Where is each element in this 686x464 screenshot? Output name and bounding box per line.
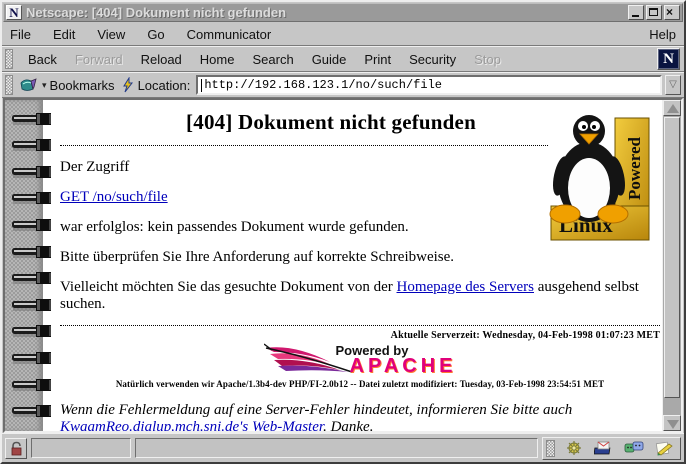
menu-edit[interactable]: Edit	[53, 27, 75, 42]
check-text: Bitte überprüfen Sie Ihre Anforderung au…	[60, 249, 662, 266]
security-lock-button[interactable]	[5, 438, 27, 459]
spiral-ring-icon	[9, 324, 59, 339]
toolbar-grip[interactable]	[5, 49, 13, 69]
discussions-button[interactable]	[620, 439, 648, 458]
linux-powered-badge: Linux Powered	[549, 104, 653, 244]
menu-bar: File Edit View Go Communicator Help	[2, 23, 684, 46]
component-bar-grip[interactable]	[546, 440, 555, 457]
page-title: [404] Dokument nicht gefunden	[60, 110, 602, 135]
mailbox-button[interactable]	[590, 439, 618, 458]
browser-viewport: [404] Dokument nicht gefunden Der Zugrif…	[3, 98, 683, 433]
back-button[interactable]: Back	[19, 50, 66, 69]
maximize-button[interactable]	[646, 5, 662, 20]
close-button[interactable]: ×	[664, 5, 680, 20]
text-caret	[201, 79, 202, 92]
component-bar	[542, 437, 681, 460]
spiral-ring-icon	[9, 378, 59, 393]
search-button[interactable]: Search	[243, 50, 302, 69]
navigator-button[interactable]	[560, 439, 588, 458]
menu-go[interactable]: Go	[147, 27, 164, 42]
menu-help[interactable]: Help	[649, 27, 676, 42]
scrollbar-track[interactable]	[663, 116, 681, 415]
spiral-ring-icon	[9, 165, 59, 180]
apache-wordmark: Powered by APACHE	[336, 344, 457, 375]
spiral-ring-icon	[9, 351, 59, 366]
composer-button[interactable]	[650, 439, 678, 458]
scroll-down-button[interactable]	[663, 415, 681, 431]
guide-button[interactable]: Guide	[303, 50, 356, 69]
spiral-ring-icon	[9, 245, 59, 260]
print-button[interactable]: Print	[355, 50, 400, 69]
divider-top	[60, 145, 548, 146]
spiral-ring-icon	[9, 112, 59, 127]
netscape-window-icon: N	[6, 5, 22, 20]
suggest-pre: Vielleicht möchten Sie das gesuchte Doku…	[60, 279, 397, 295]
menu-communicator[interactable]: Communicator	[187, 27, 272, 42]
maximize-icon	[649, 8, 658, 16]
spiral-ring-icon	[9, 404, 59, 419]
bookmarks-dropdown-icon[interactable]: ▾	[42, 80, 47, 91]
home-button[interactable]: Home	[191, 50, 244, 69]
discussions-icon	[624, 440, 644, 456]
title-bar[interactable]: N Netscape: [404] Dokument nicht gefunde…	[3, 3, 683, 22]
footer-note: Wenn die Fehlermeldung auf eine Server-F…	[60, 402, 660, 431]
status-message-panel	[135, 438, 538, 458]
spiral-binding	[5, 100, 43, 431]
status-panel-left	[31, 438, 131, 458]
close-icon: ×	[666, 5, 673, 19]
stop-button[interactable]: Stop	[465, 50, 510, 69]
server-time: Aktuelle Serverzeit: Wednesday, 04-Feb-1…	[60, 330, 660, 341]
composer-icon	[654, 440, 674, 456]
netscape-logo[interactable]: N	[657, 48, 680, 70]
url-dropdown-icon[interactable]: ▽	[665, 75, 681, 95]
scrollbar-thumb[interactable]	[664, 117, 680, 398]
location-icon[interactable]	[121, 77, 135, 93]
mailbox-icon	[594, 440, 614, 456]
menu-file[interactable]: File	[10, 27, 31, 42]
url-text[interactable]: http://192.168.123.1/no/such/file	[204, 78, 442, 92]
navigator-wheel-icon	[565, 440, 583, 456]
bookmarks-label[interactable]: Bookmarks	[50, 78, 115, 93]
minimize-button[interactable]	[628, 5, 644, 20]
location-label: Location:	[138, 78, 191, 93]
footer-pre: Wenn die Fehlermeldung auf eine Server-F…	[60, 402, 572, 418]
vertical-scrollbar[interactable]	[662, 100, 681, 431]
scroll-down-icon	[667, 420, 679, 429]
menu-view[interactable]: View	[97, 27, 125, 42]
spiral-ring-icon	[9, 218, 59, 233]
reload-button[interactable]: Reload	[132, 50, 191, 69]
url-input[interactable]: http://192.168.123.1/no/such/file	[196, 75, 662, 95]
spiral-ring-icon	[9, 271, 59, 286]
location-bar: ▾ Bookmarks Location: http://192.168.123…	[2, 72, 684, 98]
footer-post: . Danke.	[323, 419, 373, 431]
request-link[interactable]: GET /no/such/file	[60, 189, 168, 205]
apache-name-text: APACHE	[350, 357, 457, 375]
webmaster-link[interactable]: KwaamReo.dialup.mch.sni.de's Web-Master	[60, 419, 323, 431]
homepage-link[interactable]: Homepage des Servers	[397, 279, 534, 295]
scroll-up-icon	[667, 104, 679, 113]
spiral-ring-icon	[9, 191, 59, 206]
server-info: Natürlich verwenden wir Apache/1.3b4-dev…	[60, 379, 660, 389]
divider-bottom	[60, 325, 660, 326]
spiral-ring-icon	[9, 298, 59, 313]
suggest-text: Vielleicht möchten Sie das gesuchte Doku…	[60, 279, 662, 313]
window-title: Netscape: [404] Dokument nicht gefunden	[26, 5, 626, 20]
scroll-up-button[interactable]	[663, 100, 681, 116]
forward-button[interactable]: Forward	[66, 50, 132, 69]
bookmarks-icon[interactable]	[19, 77, 41, 93]
navigation-toolbar: Back Forward Reload Home Search Guide Pr…	[2, 46, 684, 72]
location-bar-grip[interactable]	[5, 75, 13, 95]
tux-powered-label: Powered	[625, 137, 644, 200]
minimize-icon	[632, 15, 639, 17]
netscape-window: N Netscape: [404] Dokument nicht gefunde…	[0, 0, 686, 464]
status-bar	[2, 433, 684, 462]
apache-logo: Powered by APACHE	[60, 341, 660, 377]
spiral-ring-icon	[9, 138, 59, 153]
security-button[interactable]: Security	[400, 50, 465, 69]
padlock-icon	[10, 441, 23, 456]
